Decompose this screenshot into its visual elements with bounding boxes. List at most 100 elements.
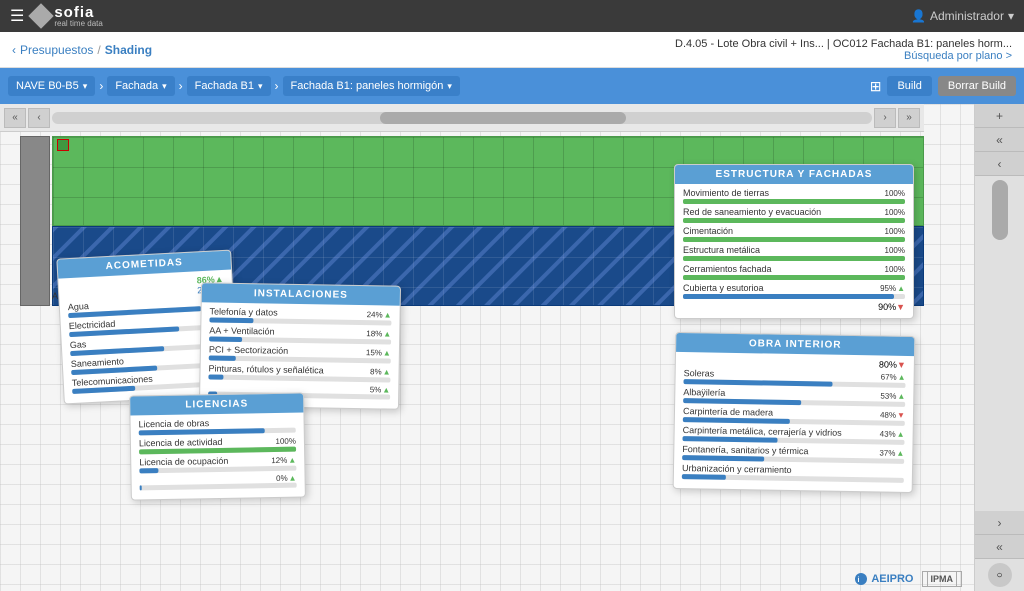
est-tierras-pct: 100% <box>885 189 905 198</box>
admin-label: Administrador <box>930 9 1004 23</box>
est-saneamiento-fill <box>683 218 905 223</box>
hscroll-next-btn[interactable]: › <box>874 108 896 128</box>
obra-row-albanileria: Albaÿilería 53%▲ <box>683 387 905 407</box>
breadcrumb-separator: / <box>97 43 100 57</box>
est-tierras-fill <box>683 199 905 204</box>
hscroll-last-btn[interactable]: » <box>898 108 920 128</box>
inst-aa-pct: 18%▲ <box>366 329 391 338</box>
hamburger-icon[interactable]: ☰ <box>10 6 24 26</box>
nav-fachada-b1-label: Fachada B1 <box>195 80 254 92</box>
est-saneamiento-label: Red de saneamiento y evacuación <box>683 207 821 217</box>
breadcrumb-presupuestos[interactable]: Presupuestos <box>20 43 93 57</box>
nav-item-fachada-paneles[interactable]: Fachada B1: paneles hormigón ▾ <box>283 76 460 96</box>
lic-last-fill <box>140 485 142 490</box>
horizontal-scrollbar[interactable]: « ‹ › » <box>0 104 924 132</box>
logo-diamond-icon <box>29 3 54 28</box>
est-row-saneamiento: Red de saneamiento y evacuación 100% <box>683 207 905 223</box>
scroll-up-btn[interactable]: ‹ <box>975 152 1024 176</box>
est-row-cerramientos: Cerramientos fachada 100% <box>683 264 905 280</box>
est-metalica-pct: 100% <box>885 246 905 255</box>
est-row-cubierta: Cubierta y esutorioa 95%▲ <box>683 283 905 299</box>
est-cimentacion-fill <box>683 237 905 242</box>
nav-fachada-label: Fachada <box>115 80 158 92</box>
borrar-build-button[interactable]: Borrar Build <box>938 76 1016 96</box>
scroll-track[interactable] <box>975 176 1024 511</box>
est-cubierta-fill <box>683 294 894 299</box>
obra-albanileria-pct: 53%▲ <box>880 392 905 401</box>
panel-estructura: ESTRUCTURA Y FACHADAS Movimiento de tier… <box>674 164 914 319</box>
nav-bar: NAVE B0-B5 ▾ › Fachada ▾ › Fachada B1 ▾ … <box>0 68 1024 104</box>
inst-pinturas-fill <box>208 374 223 379</box>
inst-aa-fill <box>209 336 242 342</box>
build-button[interactable]: Build <box>887 76 931 96</box>
inst-pinturas-pct: 8%▲ <box>370 367 391 376</box>
building-marker <box>57 139 69 151</box>
hscroll-prev-btn[interactable]: ‹ <box>28 108 50 128</box>
scroll-zoom-in-btn[interactable]: + <box>975 104 1024 128</box>
est-metalica-label: Estructura metálica <box>683 245 760 255</box>
est-cubierta-bar <box>683 294 905 299</box>
scroll-up-up-btn[interactable]: « <box>975 128 1024 152</box>
vertical-scrollbar[interactable]: + « ‹ › « ○ <box>974 104 1024 591</box>
zoom-control[interactable]: ○ <box>988 563 1012 587</box>
panel-obra-interior: OBRA INTERIOR 80%▼ Soleras 67%▲ Albaÿile… <box>673 332 916 493</box>
lic-actividad-pct: 100% <box>275 437 296 446</box>
top-bar: ☰ sofia real time data 👤 Administrador ▾ <box>0 0 1024 32</box>
nav-fachada-paneles-arrow: ▾ <box>447 81 452 92</box>
inst-row-pci: PCI + Sectorización 15%▲ <box>209 344 391 363</box>
inst-5-pct: 5%▲ <box>370 385 391 394</box>
panel-estructura-body: Movimiento de tierras 100% Red de saneam… <box>675 184 913 318</box>
nav-item-fachada[interactable]: Fachada ▾ <box>107 76 174 96</box>
building-left-wall <box>20 136 50 306</box>
inst-row-telefonia: Telefonía y datos 24%▲ <box>209 306 391 325</box>
nav-actions: ⊞ Build Borrar Build <box>870 76 1016 96</box>
panel-estructura-header: ESTRUCTURA Y FACHADAS <box>675 165 913 184</box>
lic-ocupacion-label: Licencia de ocupación <box>139 456 228 468</box>
svg-text:i: i <box>858 577 860 584</box>
est-cerramientos-bar <box>683 275 905 280</box>
inst-pci-label: PCI + Sectorización <box>209 344 288 355</box>
lic-row-last: 0%▲ <box>140 474 297 491</box>
est-tierras-bar <box>683 199 905 204</box>
nav-item-nave[interactable]: NAVE B0-B5 ▾ <box>8 76 95 96</box>
inst-aa-label: AA + Ventilación <box>209 325 274 336</box>
panel-licencias-body: Licencia de obras Licencia de actividad … <box>130 412 304 499</box>
panel-obra-interior-body: 80%▼ Soleras 67%▲ Albaÿilería 53%▲ <box>674 352 914 492</box>
project-title: D.4.05 - Lote Obra civil + Ins... | OC01… <box>675 38 1012 50</box>
inst-row-pinturas: Pinturas, rótulos y señalética 8%▲ <box>208 363 390 382</box>
lic-row-obras: Licencia de obras <box>139 417 296 436</box>
lic-obras-fill <box>139 428 265 435</box>
canvas-area[interactable]: « ‹ › » <box>0 104 974 591</box>
nav-sep-3: › <box>275 79 279 93</box>
est-metalica-fill <box>683 256 905 261</box>
admin-menu[interactable]: 👤 Administrador ▾ <box>911 9 1014 23</box>
breadcrumb-shading[interactable]: Shading <box>105 43 152 57</box>
obra-row-urbanizacion: Urbanización y cerramiento <box>682 463 904 483</box>
nav-nave-label: NAVE B0-B5 <box>16 80 79 92</box>
logo-area: sofia real time data <box>32 4 102 28</box>
hscroll-first-btn[interactable]: « <box>4 108 26 128</box>
obra-madera-pct: 48%▼ <box>880 411 905 420</box>
obra-soleras-pct: 67%▲ <box>881 373 906 382</box>
est-row-cimentacion: Cimentación 100% <box>683 226 905 242</box>
inst-telefonia-fill <box>209 317 253 323</box>
grid-view-icon[interactable]: ⊞ <box>870 78 882 95</box>
nav-item-fachada-b1[interactable]: Fachada B1 ▾ <box>187 76 271 96</box>
hscroll-thumb[interactable] <box>380 112 626 124</box>
app-subtitle: real time data <box>54 19 102 28</box>
est-extra-pct: 90%▼ <box>683 302 905 312</box>
est-cimentacion-bar <box>683 237 905 242</box>
obra-row-soleras: Soleras 67%▲ <box>683 368 905 388</box>
scroll-down-down-btn[interactable]: « <box>975 535 1024 559</box>
inst-pci-fill <box>209 355 236 360</box>
lic-ocupacion-pct: 12%▲ <box>271 456 296 465</box>
obra-soleras-label: Soleras <box>684 368 715 379</box>
search-by-plan-link[interactable]: Búsqueda por plano > <box>904 50 1012 62</box>
hscroll-track[interactable] <box>52 112 872 124</box>
scroll-thumb[interactable] <box>992 180 1008 240</box>
est-cerramientos-label: Cerramientos fachada <box>683 264 772 274</box>
scroll-down-btn[interactable]: › <box>975 511 1024 535</box>
nav-path: NAVE B0-B5 ▾ › Fachada ▾ › Fachada B1 ▾ … <box>8 76 460 96</box>
est-tierras-label: Movimiento de tierras <box>683 188 769 198</box>
lic-row-ocupacion: Licencia de ocupación 12%▲ <box>139 455 296 474</box>
